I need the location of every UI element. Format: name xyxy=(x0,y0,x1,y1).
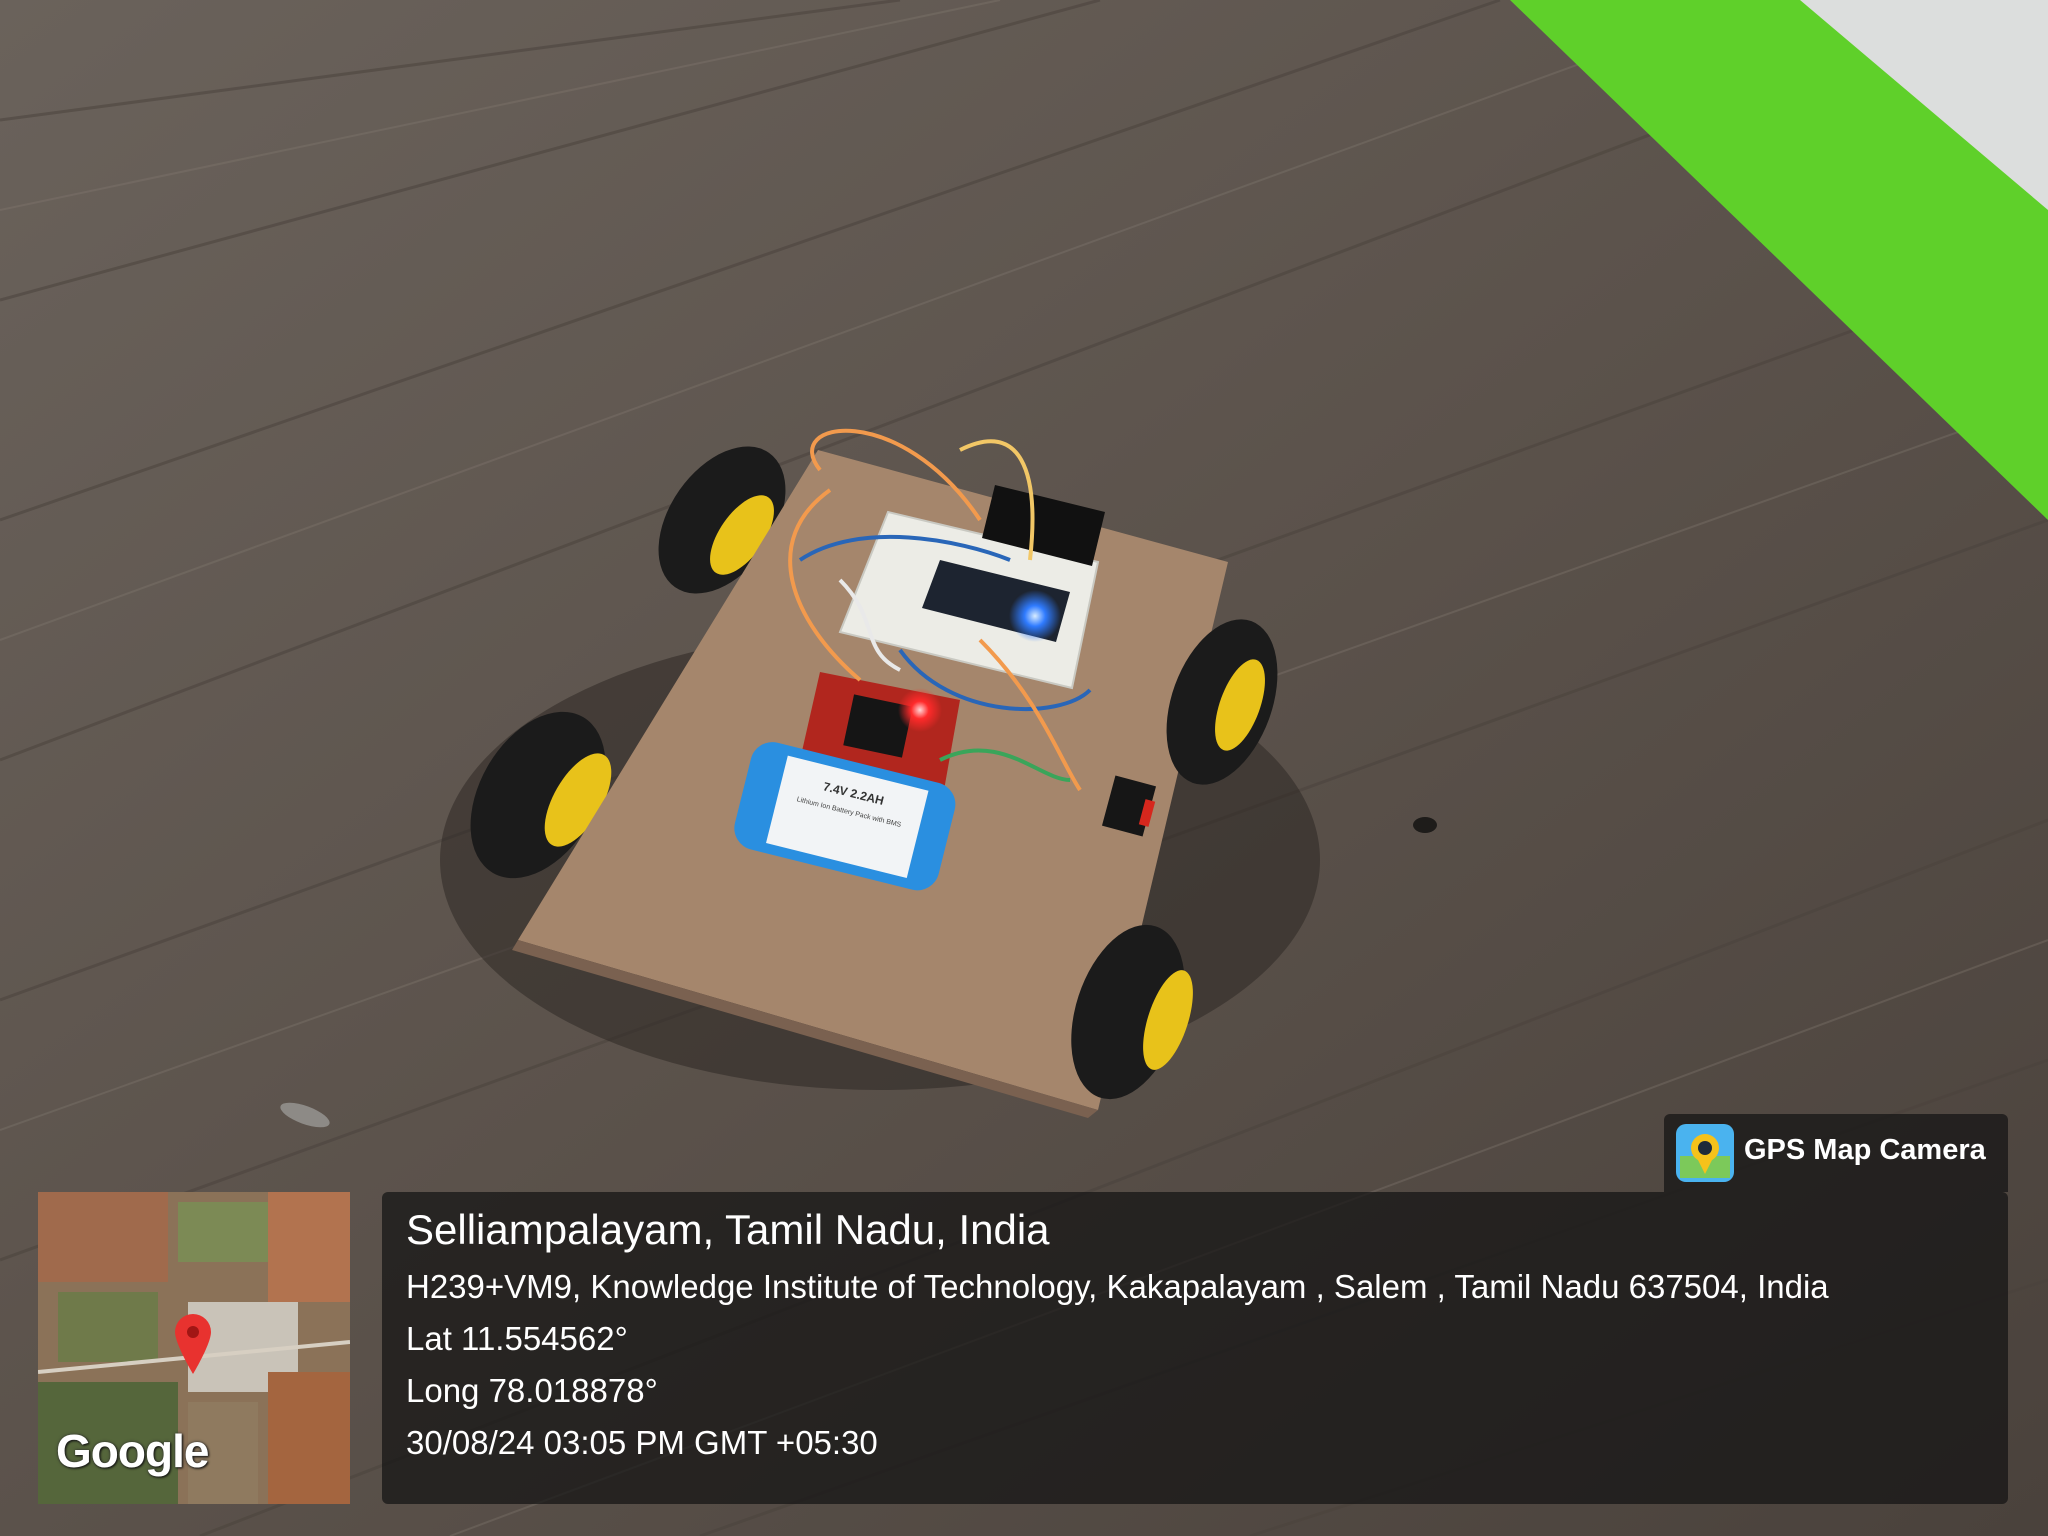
google-logo: Google xyxy=(56,1425,209,1477)
map-pin-icon xyxy=(175,1314,211,1374)
brand-label: GPS Map Camera xyxy=(1744,1134,1986,1166)
gps-camera-icon xyxy=(1676,1124,1734,1182)
longitude-text: Long 78.018878° xyxy=(406,1372,658,1409)
address-text: H239+VM9, Knowledge Institute of Technol… xyxy=(406,1268,1829,1305)
floor-debris xyxy=(1413,817,1437,833)
latitude-text: Lat 11.554562° xyxy=(406,1320,628,1357)
red-power-led xyxy=(898,688,942,732)
location-title: Selliampalayam, Tamil Nadu, India xyxy=(406,1206,1050,1253)
blue-status-led xyxy=(1009,590,1061,642)
datetime-text: 30/08/24 03:05 PM GMT +05:30 xyxy=(406,1424,878,1461)
